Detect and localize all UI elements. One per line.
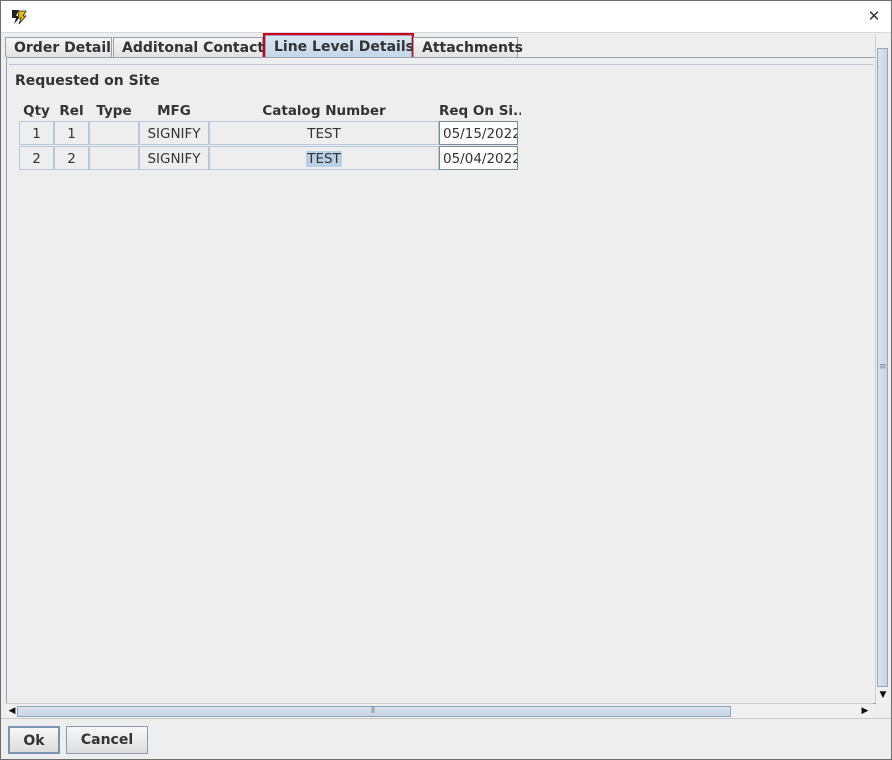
close-icon: ✕ xyxy=(867,7,881,25)
tab-bar: Order Detail Additonal Contacts Line Lev… xyxy=(1,33,891,59)
tab-order-detail[interactable]: Order Detail xyxy=(5,37,112,57)
dialog-window: ✕ Order Detail Additonal Contacts Line L… xyxy=(0,0,892,760)
cell-catalog-number[interactable]: TEST xyxy=(209,121,439,145)
button-bar: Ok Cancel xyxy=(1,718,891,759)
tab-attachments[interactable]: Attachments xyxy=(413,37,523,57)
column-header-mfg[interactable]: MFG xyxy=(139,101,209,121)
column-header-qty[interactable]: Qty xyxy=(19,101,54,121)
cell-qty[interactable]: 1 xyxy=(19,121,54,145)
selected-text: TEST xyxy=(306,151,342,167)
grip-icon: ≡ xyxy=(879,362,887,372)
cell-mfg[interactable]: SIGNIFY xyxy=(139,121,209,145)
requested-on-site-section: Requested on Site Qty Rel Type MFG Catal… xyxy=(9,64,873,703)
grip-icon: ⦀ xyxy=(371,706,375,716)
vertical-scroll-thumb[interactable]: ≡ xyxy=(877,48,888,687)
req-on-site-date-field[interactable]: 05/15/2022 xyxy=(439,121,518,145)
close-button[interactable]: ✕ xyxy=(863,5,885,27)
scroll-right-icon[interactable]: ▶ xyxy=(859,706,871,716)
horizontal-scrollbar[interactable]: ◀ ⦀ ▶ xyxy=(6,703,873,718)
cell-rel[interactable]: 2 xyxy=(54,146,89,170)
column-header-type[interactable]: Type xyxy=(89,101,139,121)
req-on-site-date-field[interactable]: 05/04/2022 xyxy=(439,146,518,170)
tab-line-level-details[interactable]: Line Level Details xyxy=(263,33,414,59)
column-header-rel[interactable]: Rel xyxy=(54,101,89,121)
column-header-catalog-number[interactable]: Catalog Number xyxy=(209,101,439,121)
section-title: Requested on Site xyxy=(15,73,164,89)
cancel-button[interactable]: Cancel xyxy=(66,726,148,754)
app-logo-icon xyxy=(10,8,28,26)
cell-type[interactable] xyxy=(89,121,139,145)
tab-panel: Requested on Site Qty Rel Type MFG Catal… xyxy=(6,57,876,704)
column-header-req-on-site[interactable]: Req On Si... xyxy=(439,101,521,121)
cell-catalog-number[interactable]: TEST xyxy=(209,146,439,170)
ok-button[interactable]: Ok xyxy=(8,726,60,754)
scroll-down-icon[interactable]: ▼ xyxy=(877,690,889,700)
tab-additional-contacts[interactable]: Additonal Contacts xyxy=(113,37,272,57)
title-bar[interactable]: ✕ xyxy=(1,1,891,33)
horizontal-scroll-thumb[interactable]: ⦀ xyxy=(17,706,731,717)
cell-rel[interactable]: 1 xyxy=(54,121,89,145)
cell-type[interactable] xyxy=(89,146,139,170)
cell-mfg[interactable]: SIGNIFY xyxy=(139,146,209,170)
cell-qty[interactable]: 2 xyxy=(19,146,54,170)
vertical-scrollbar[interactable]: ≡ ▼ xyxy=(875,34,890,703)
